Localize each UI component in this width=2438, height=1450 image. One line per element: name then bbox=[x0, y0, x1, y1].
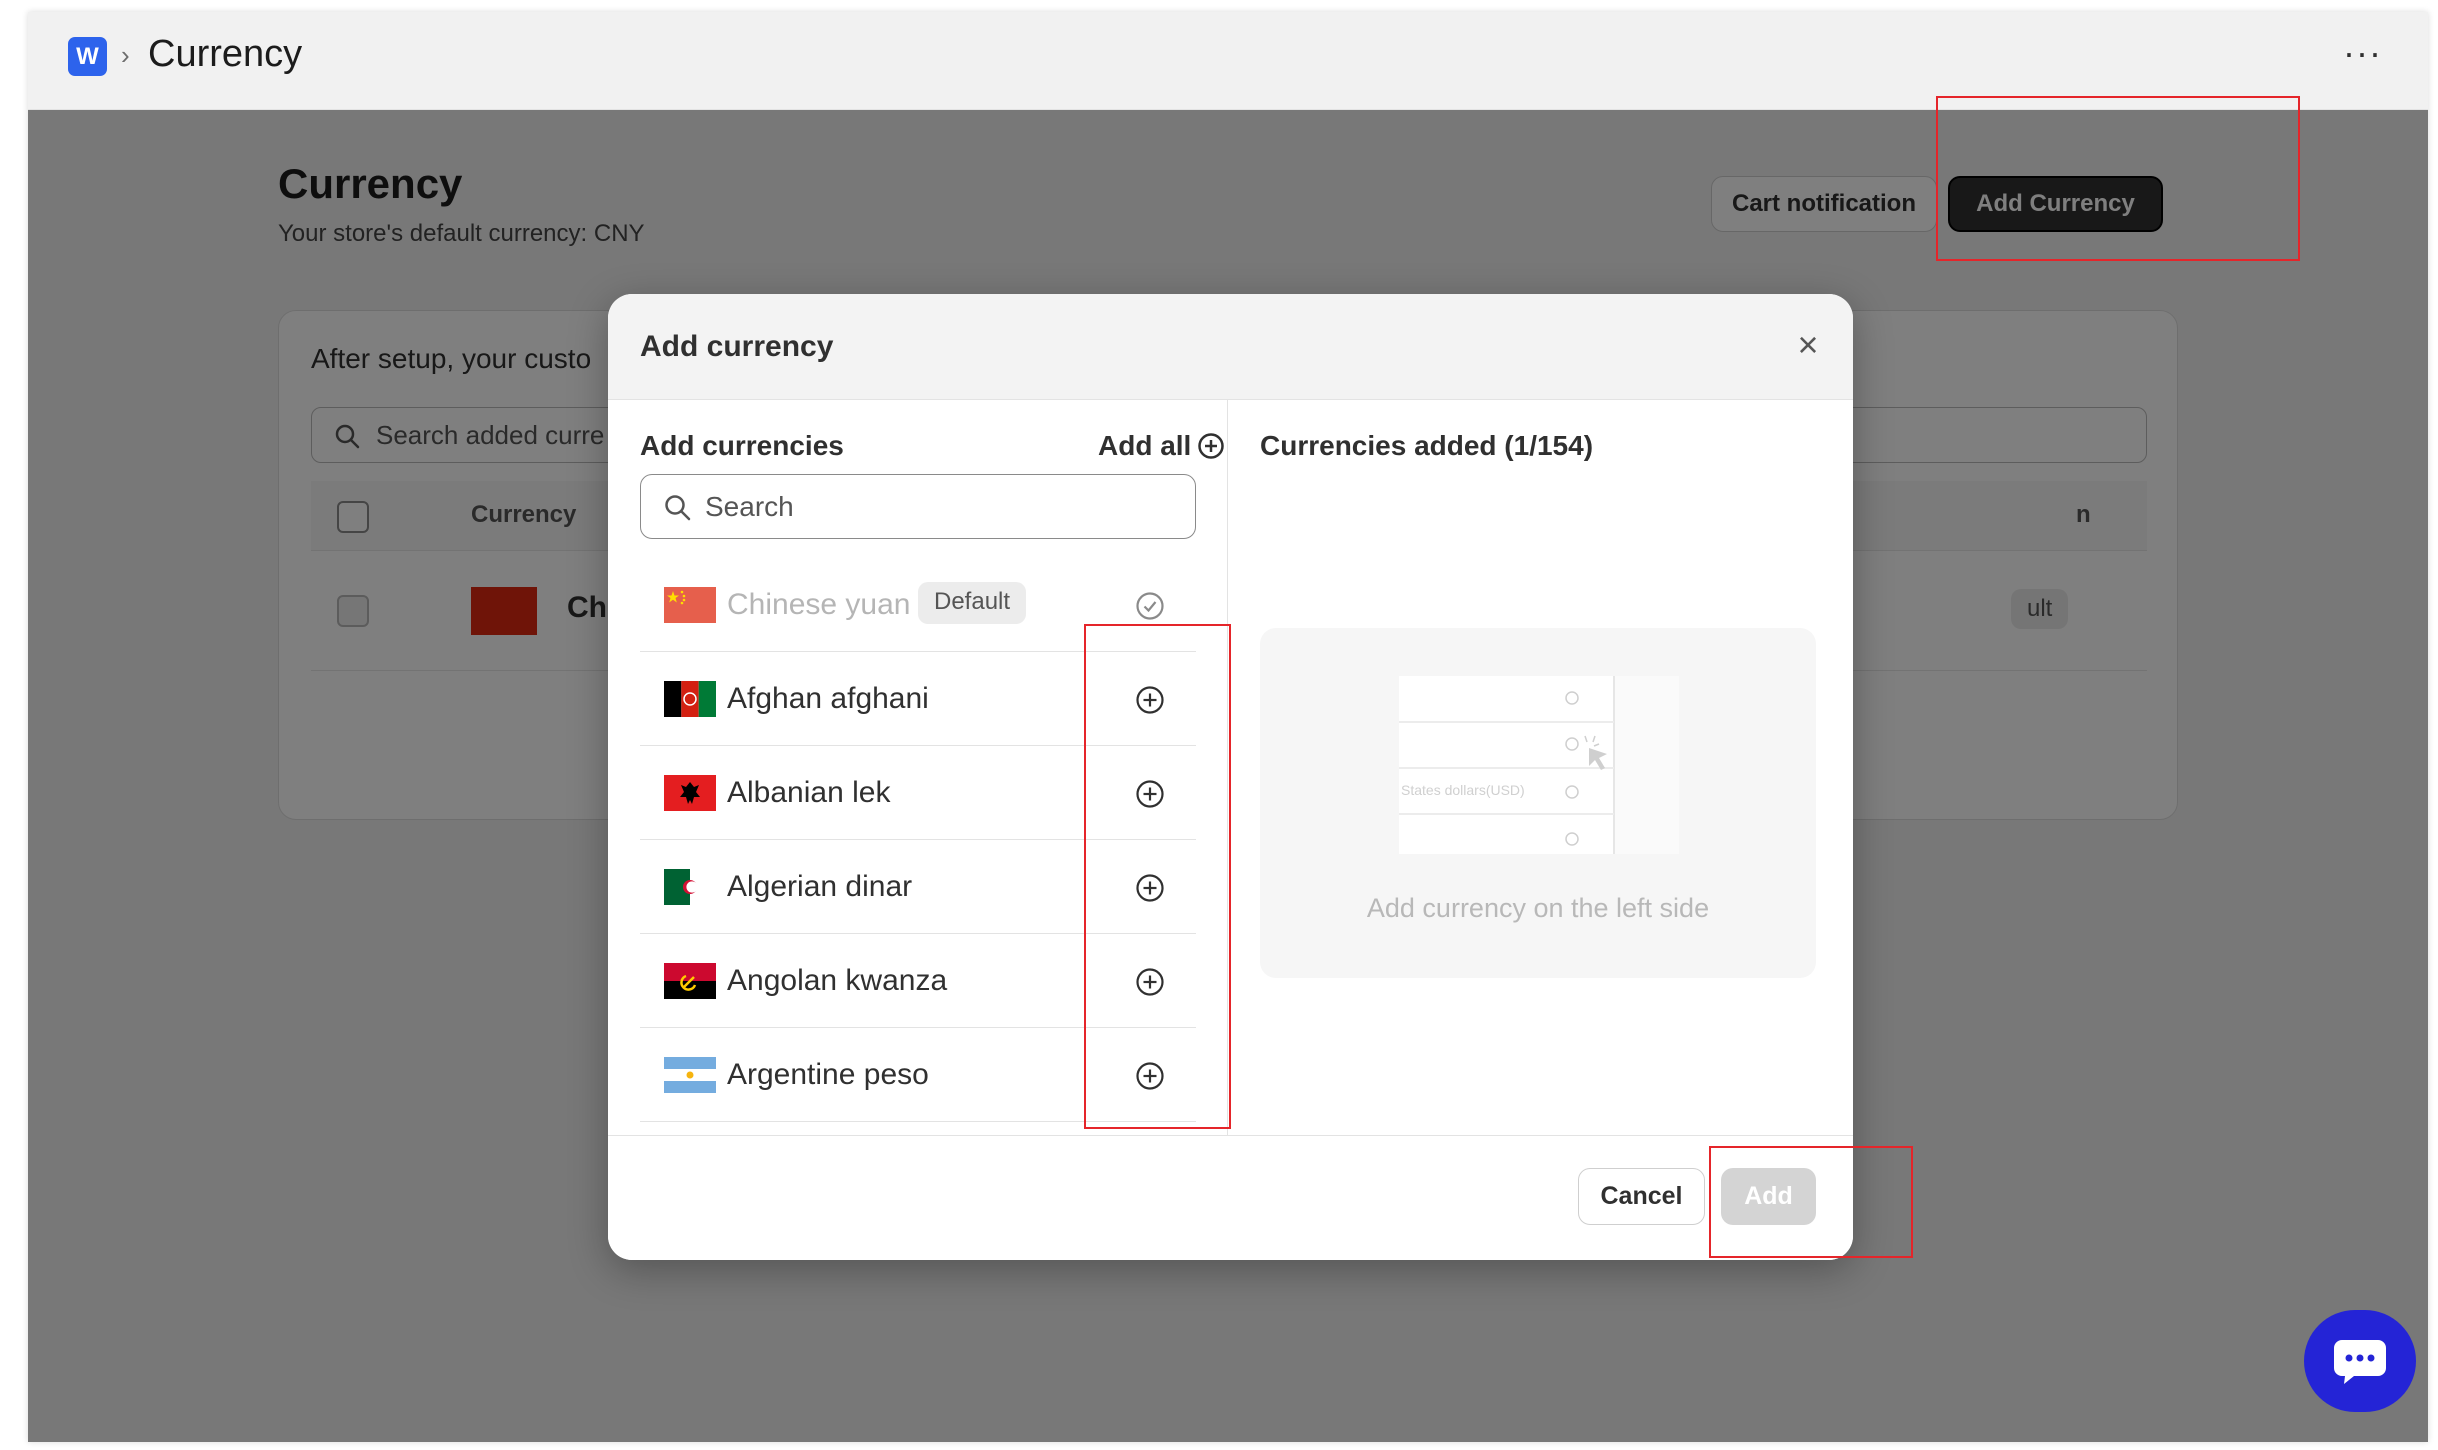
search-placeholder: Search bbox=[705, 491, 794, 522]
check-circle-icon bbox=[1136, 592, 1164, 620]
empty-state-hint: Add currency on the left side bbox=[1366, 893, 1710, 923]
algeria-flag-icon bbox=[664, 869, 716, 905]
plus-circle-icon bbox=[1198, 433, 1225, 459]
argentina-flag-icon bbox=[664, 1057, 716, 1093]
chat-bubble-icon bbox=[2334, 1340, 2386, 1384]
currency-name: Algerian dinar bbox=[727, 870, 913, 903]
currency-search-input[interactable]: Search bbox=[640, 474, 1196, 539]
afghanistan-flag-icon bbox=[664, 681, 716, 717]
add-currencies-heading: Add currencies bbox=[640, 430, 844, 461]
empty-state-illustration: States dollars(USD) bbox=[1399, 676, 1679, 854]
cancel-button[interactable]: Cancel bbox=[1578, 1168, 1705, 1225]
currency-name: Argentine peso bbox=[727, 1058, 929, 1091]
currency-name: Angolan kwanza bbox=[727, 964, 948, 997]
currencies-added-heading: Currencies added (1/154) bbox=[1260, 430, 1594, 461]
angola-flag-icon bbox=[664, 963, 716, 999]
currencies-added-pane: Currencies added (1/154) States dollars(… bbox=[1228, 400, 1853, 1135]
close-icon[interactable]: × bbox=[1788, 324, 1828, 365]
default-badge: Default bbox=[918, 582, 1027, 624]
currency-name: Chinese yuan bbox=[727, 588, 911, 621]
app-logo-icon[interactable]: W bbox=[68, 37, 107, 76]
highlight-box-add-currency bbox=[1936, 96, 2300, 261]
chat-button[interactable] bbox=[2304, 1310, 2416, 1412]
add-all-button[interactable]: Add all bbox=[1098, 430, 1225, 462]
modal-header: Add currency × bbox=[608, 294, 1853, 400]
currency-name: Albanian lek bbox=[727, 776, 891, 809]
currency-name: Afghan afghani bbox=[727, 682, 929, 715]
app-window: W › Currency ··· Currency Your store's d… bbox=[28, 12, 2428, 1442]
breadcrumb-separator: › bbox=[121, 40, 130, 70]
more-options-icon[interactable]: ··· bbox=[2343, 32, 2382, 74]
breadcrumb-title: Currency bbox=[148, 33, 303, 75]
add-all-label: Add all bbox=[1098, 430, 1192, 461]
illustration-label: States dollars(USD) bbox=[1401, 782, 1525, 798]
empty-state: States dollars(USD) Add currency on the … bbox=[1260, 628, 1816, 978]
highlight-box-add-icons bbox=[1084, 624, 1231, 1129]
modal-footer: Cancel Add bbox=[608, 1135, 1853, 1260]
search-icon bbox=[665, 495, 691, 521]
albania-flag-icon bbox=[664, 775, 716, 811]
china-flag-icon bbox=[664, 587, 716, 623]
modal-title: Add currency bbox=[640, 330, 834, 363]
highlight-box-add-button bbox=[1709, 1146, 1913, 1258]
